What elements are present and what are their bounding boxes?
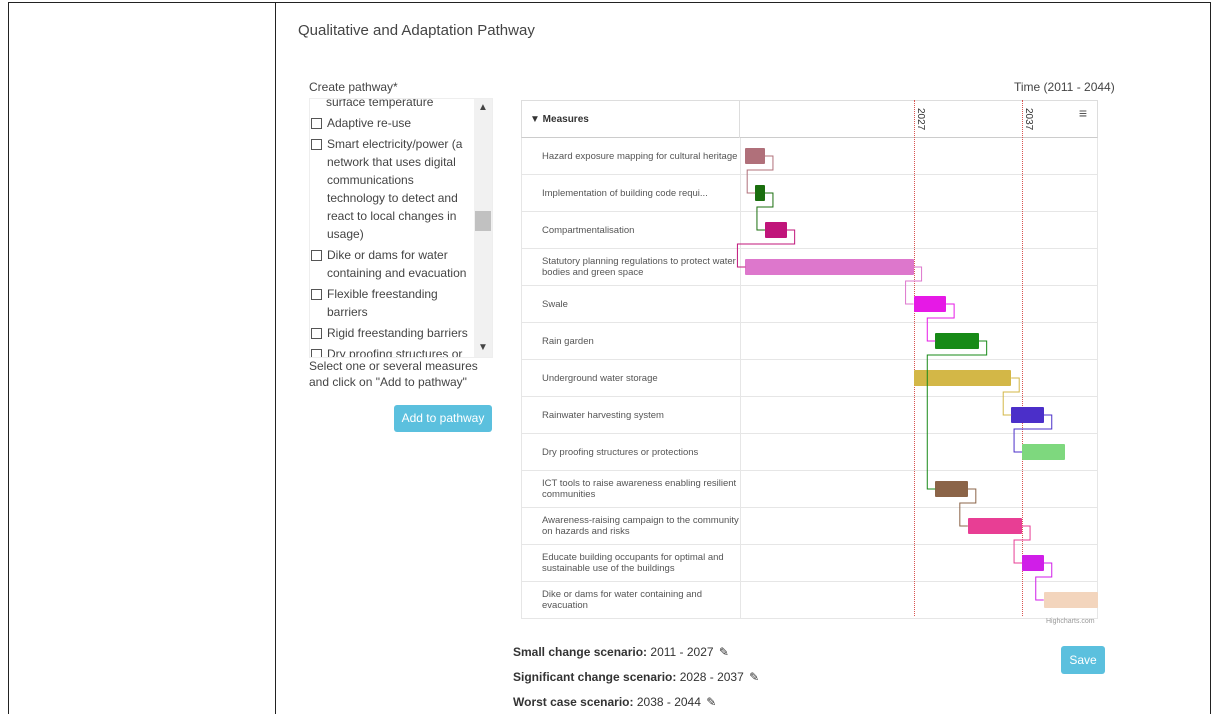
measure-option[interactable]: Rigid freestanding barriers: [310, 324, 473, 342]
measure-option-label: Rigid freestanding barriers: [327, 326, 468, 340]
scenario-range: 2028 - 2037: [679, 670, 744, 684]
save-button[interactable]: Save: [1061, 646, 1105, 674]
measure-option-label: Dry proofing structures or: [327, 347, 463, 358]
chevron-down-icon[interactable]: ▼: [474, 339, 492, 357]
scenario-label: Worst case scenario:: [513, 695, 634, 709]
dependency-connector: [926, 340, 988, 490]
dependency-connector: [756, 192, 774, 231]
scrollbar-thumb[interactable]: [475, 211, 491, 231]
edit-icon[interactable]: ✎: [719, 645, 729, 659]
measure-option-label: Dike or dams for water containing and ev…: [327, 248, 467, 280]
dependency-connector: [926, 303, 955, 342]
measure-option[interactable]: Smart electricity/power (a network that …: [310, 135, 473, 243]
checkbox[interactable]: [311, 349, 322, 357]
scenario-label: Significant change scenario:: [513, 670, 677, 684]
create-pathway-label: Create pathway*: [309, 80, 398, 94]
measure-option[interactable]: Adaptive re-use: [310, 114, 473, 132]
measure-option-label: Smart electricity/power (a network that …: [327, 137, 463, 241]
dependency-connector: [905, 266, 923, 305]
checkbox[interactable]: [311, 289, 322, 300]
section-title: Qualitative and Adaptation Pathway: [298, 22, 535, 39]
measure-option-label: Adaptive re-use: [327, 116, 412, 130]
scenario-significant: Significant change scenario: 2028 - 2037…: [513, 670, 759, 684]
dependency-connector: [1013, 525, 1031, 564]
measure-list[interactable]: surface temperature Adaptive re-use Smart…: [309, 98, 493, 358]
dependency-connector: [959, 488, 977, 527]
measure-option-label: Flexible freestanding barriers: [327, 287, 438, 319]
edit-icon[interactable]: ✎: [749, 670, 759, 684]
add-to-pathway-button[interactable]: Add to pathway: [394, 405, 492, 432]
measure-option[interactable]: Flexible freestanding barriers: [310, 285, 473, 321]
checkbox[interactable]: [311, 250, 322, 261]
checkbox[interactable]: [311, 139, 322, 150]
measure-option[interactable]: Dike or dams for water containing and ev…: [310, 246, 473, 282]
scenario-range: 2011 - 2027: [650, 645, 714, 659]
checkbox[interactable]: [311, 118, 322, 129]
edit-icon[interactable]: ✎: [706, 695, 716, 709]
scenario-worst: Worst case scenario: 2038 - 2044 ✎: [513, 695, 716, 709]
chart-credit: Highcharts.com: [1046, 618, 1095, 625]
dependency-connectors: [736, 155, 1053, 601]
scenario-label: Small change scenario:: [513, 645, 648, 659]
list-item-partial: surface temperature: [326, 98, 434, 109]
time-range-label: Time (2011 - 2044): [1014, 80, 1115, 94]
gantt-chart: ▼ Measures ≡ Hazard exposure mapping for…: [521, 100, 1098, 620]
dependency-connector: [1002, 377, 1020, 416]
column-divider: [275, 2, 276, 714]
help-text: Select one or several measures and click…: [309, 359, 478, 389]
scenario-range: 2038 - 2044: [636, 695, 701, 709]
chevron-up-icon[interactable]: ▲: [474, 99, 492, 117]
dependency-connector: [746, 155, 774, 194]
dependency-connector: [1035, 562, 1053, 601]
list-scrollbar[interactable]: ▲ ▼: [474, 99, 492, 357]
checkbox[interactable]: [311, 328, 322, 339]
measure-option[interactable]: Dry proofing structures or: [310, 345, 473, 358]
dependency-connector: [736, 229, 796, 268]
scenario-small: Small change scenario: 2011 - 2027 ✎: [513, 645, 729, 659]
dependency-connector: [1013, 414, 1053, 453]
